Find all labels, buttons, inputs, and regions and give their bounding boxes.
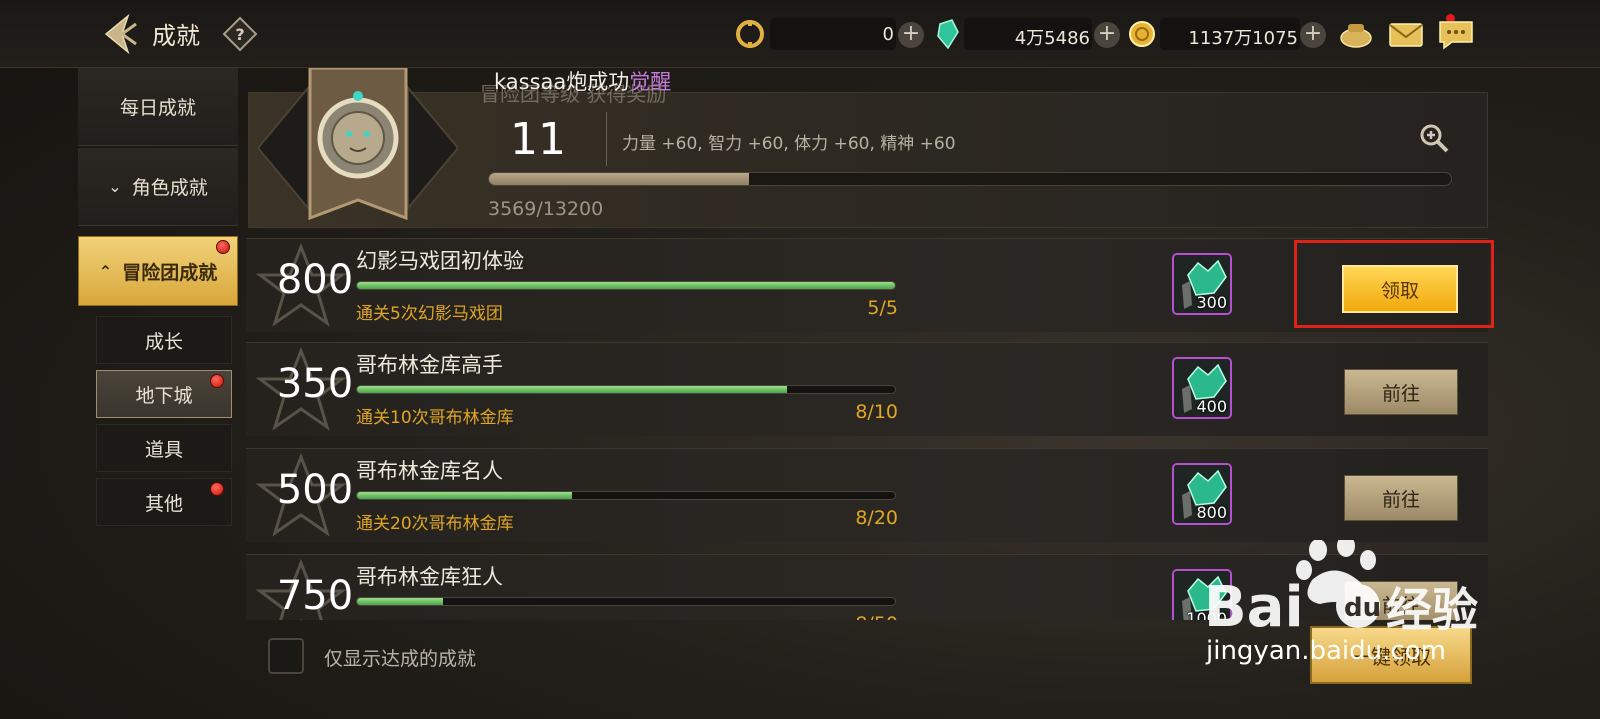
add-gem-button[interactable]: + — [1094, 22, 1120, 48]
shop-purse-icon[interactable] — [1338, 18, 1374, 50]
currency-c-value: 0 — [882, 24, 894, 45]
svg-text:du: du — [1344, 593, 1381, 623]
achievement-row: 500 哥布林金库名人 通关20次哥布林金库 8/20 800 前往 — [246, 448, 1488, 542]
green-gem-icon — [937, 19, 959, 50]
achievement-progress-bar — [356, 385, 896, 394]
achievement-count: 8/10 — [855, 401, 898, 423]
achievement-description: 通关50次哥布林金库 — [356, 615, 514, 620]
reward-count: 800 — [1196, 503, 1227, 522]
achievement-progress-fill — [357, 598, 444, 605]
system-notification: kassaa炮成功觉醒 — [494, 66, 671, 96]
achievement-points: 750 — [276, 573, 354, 619]
achievement-title: 幻影马戏团初体验 — [356, 249, 524, 273]
achievement-description: 通关20次哥布林金库 — [356, 514, 514, 534]
gem-value: 4万5486 — [1014, 28, 1090, 49]
page-title: 成就 — [152, 22, 200, 50]
notification-text: kassaa炮成功 — [494, 70, 630, 94]
reward-count: 300 — [1196, 293, 1227, 312]
notification-highlight: 觉醒 — [629, 70, 672, 94]
svg-text:经验: 经验 — [1386, 583, 1478, 637]
gold-coin-icon — [1129, 21, 1155, 47]
go-button[interactable]: 前往 — [1344, 369, 1458, 415]
svg-text:Bai: Bai — [1204, 575, 1304, 640]
back-arrow-icon[interactable] — [98, 12, 142, 56]
sidebar-item-label: 每日成就 — [119, 97, 196, 119]
achievement-count: 8/50 — [806, 613, 898, 620]
achievement-title: 哥布林金库狂人 — [356, 565, 503, 589]
achievement-progress-bar — [356, 281, 896, 290]
sidebar-item-character[interactable]: ⌄ 角色成就 — [78, 148, 238, 226]
add-gold-button[interactable]: + — [1300, 22, 1326, 48]
go-button[interactable]: 前往 — [1344, 475, 1458, 521]
achievement-points: 350 — [276, 361, 354, 407]
achievement-description: 通关5次幻影马戏团 — [356, 304, 503, 324]
add-currency-c-button[interactable]: + — [898, 22, 924, 48]
chevron-down-icon: ⌄ — [108, 177, 122, 196]
xp-text: 3569/13200 — [488, 198, 604, 220]
sidebar-item-label: 角色成就 — [131, 177, 208, 199]
achievement-progress-fill — [357, 492, 573, 499]
watermark-url: jingyan.baidu.com — [1206, 636, 1446, 666]
sidebar-item-daily[interactable]: 每日成就 — [78, 68, 238, 146]
reward-count: 400 — [1196, 397, 1227, 416]
achievement-points: 500 — [276, 467, 354, 513]
lion-emblem-icon — [258, 68, 458, 221]
level-stats: 力量 +60, 智力 +60, 体力 +60, 精神 +60 — [622, 134, 956, 154]
divider — [606, 112, 607, 166]
currency-c-icon — [736, 20, 764, 48]
adventure-level: 11 — [510, 114, 566, 165]
gold-value: 1137万1075 — [1188, 28, 1298, 49]
achievement-points: 800 — [276, 257, 354, 303]
xp-progress-bar — [488, 172, 1452, 186]
show-completed-checkbox[interactable] — [268, 638, 304, 674]
zoom-in-icon[interactable] — [1418, 122, 1450, 154]
annotation-highlight-box — [1294, 240, 1494, 328]
achievement-title: 哥布林金库高手 — [356, 353, 503, 377]
achievement-count: 8/20 — [855, 507, 898, 529]
achievement-progress-bar — [356, 491, 896, 500]
mail-icon[interactable] — [1388, 18, 1424, 50]
xp-progress-fill — [489, 173, 750, 185]
achievement-description: 通关10次哥布林金库 — [356, 408, 514, 428]
achievement-title: 哥布林金库名人 — [356, 459, 503, 483]
svg-text:?: ? — [235, 25, 244, 44]
achievement-progress-bar — [356, 597, 896, 606]
chat-icon[interactable] — [1438, 18, 1474, 50]
reward-item[interactable]: 800 — [1172, 463, 1232, 525]
achievement-row: 350 哥布林金库高手 通关10次哥布林金库 8/10 400 前往 — [246, 342, 1488, 436]
reward-item[interactable]: 300 — [1172, 253, 1232, 315]
baidu-jingyan-watermark-logo: Bai du 经验 — [1204, 540, 1478, 640]
top-bar: 成就 ? 0 + 4万5486 + 1137万1075 + — [0, 0, 1600, 68]
reward-item[interactable]: 400 — [1172, 357, 1232, 419]
show-completed-label: 仅显示达成的成就 — [324, 648, 477, 670]
achievement-progress-fill — [357, 282, 895, 289]
achievement-progress-fill — [357, 386, 788, 393]
help-icon[interactable]: ? — [222, 16, 258, 52]
achievement-count: 5/5 — [867, 297, 898, 319]
